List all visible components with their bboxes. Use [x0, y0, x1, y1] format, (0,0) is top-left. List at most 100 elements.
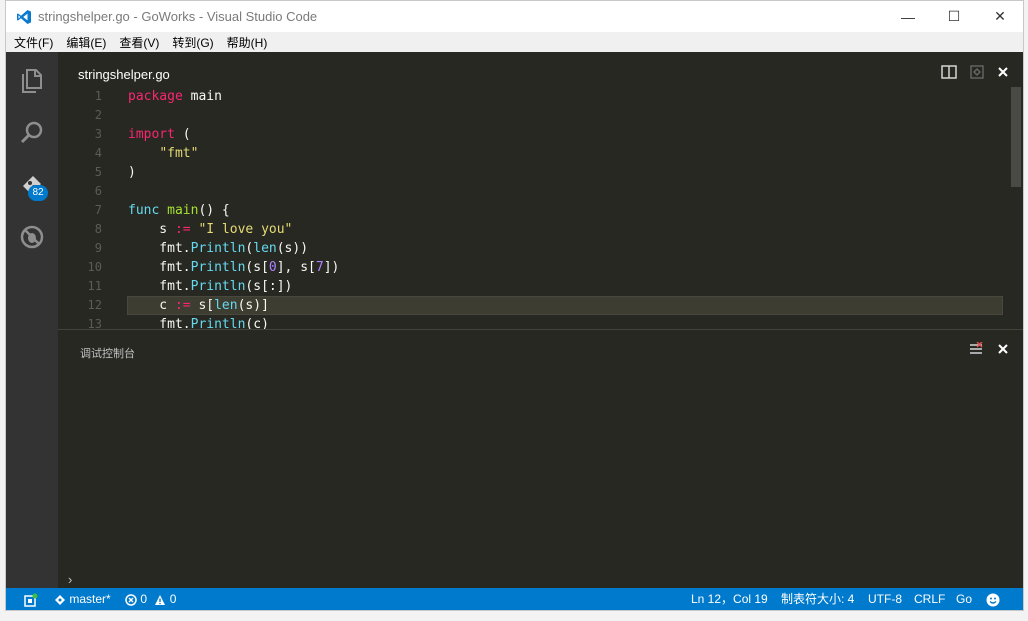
line-text: fmt.Println(s[0], s[7]) [128, 258, 339, 277]
menu-goto[interactable]: 转到(G) [164, 32, 218, 52]
code-token: := [174, 298, 191, 313]
line-number: 12 [87, 298, 102, 312]
code-token: ], s[ [276, 260, 316, 275]
line-number: 5 [94, 165, 102, 179]
window-title: stringshelper.go - GoWorks - Visual Stud… [38, 9, 318, 24]
line-number: 6 [94, 184, 102, 198]
code-token: Println [190, 260, 246, 275]
line-text: c := s[len(s)] [128, 296, 269, 315]
code-line[interactable]: 5) [58, 163, 1023, 182]
code-line[interactable]: 10 fmt.Println(s[0], s[7]) [58, 258, 1023, 277]
close-window-button[interactable]: ✕ [977, 1, 1023, 32]
error-icon [125, 594, 137, 606]
line-text: import ( [128, 125, 191, 144]
problems-item[interactable]: 0 0 [125, 588, 176, 610]
code-line[interactable]: 4 "fmt" [58, 144, 1023, 163]
code-line[interactable]: 9 fmt.Println(len(s)) [58, 239, 1023, 258]
code-token: fmt. [128, 260, 191, 275]
line-text: fmt.Println(s[:]) [128, 277, 292, 296]
editor-group: stringshelper.go 1 package main 2 3 import (… [58, 52, 1023, 332]
vscode-window: stringshelper.go - GoWorks - Visual Stud… [5, 0, 1024, 611]
code-token: len [214, 298, 238, 313]
open-changes-icon[interactable] [969, 64, 985, 80]
code-token: s[ [190, 298, 215, 313]
warning-icon [155, 594, 166, 605]
explorer-button[interactable] [6, 57, 58, 105]
code-token: "fmt" [159, 146, 199, 161]
console-prompt[interactable]: › [68, 572, 72, 587]
panel-actions [969, 342, 1009, 356]
debug-icon [20, 225, 44, 249]
split-editor-icon[interactable] [941, 65, 957, 79]
debug-button[interactable] [6, 213, 58, 261]
line-number: 2 [94, 108, 102, 122]
feedback-item[interactable] [24, 588, 38, 610]
code-token: 0 [268, 260, 277, 275]
eol-setting[interactable]: CRLF [914, 588, 945, 610]
feedback-smiley[interactable] [986, 588, 1000, 610]
language-mode[interactable]: Go [956, 588, 972, 610]
line-text: func main() { [128, 201, 230, 220]
code-line[interactable]: 11 fmt.Println(s[:]) [58, 277, 1023, 296]
code-token: import [128, 127, 175, 142]
code-line[interactable]: 12 c := s[len(s)] [58, 296, 1023, 315]
line-number: 1 [94, 89, 102, 103]
menu-edit[interactable]: 编辑(E) [58, 32, 111, 52]
code-token: ( [174, 127, 191, 142]
indentation-setting[interactable]: 制表符大小: 4 [781, 588, 854, 610]
code-token: (s[:]) [245, 279, 293, 294]
code-token: Println [190, 241, 246, 256]
line-number: 11 [87, 279, 102, 293]
code-editor[interactable]: 1 package main 2 3 import (4 "fmt" 5) 6 7 func m… [58, 87, 1023, 334]
title-bar: stringshelper.go - GoWorks - Visual Stud… [6, 1, 1023, 32]
code-line[interactable]: 3 import ( [58, 125, 1023, 144]
code-token: ]) [323, 260, 340, 275]
activity-bar: 82 [6, 52, 58, 588]
search-button[interactable] [6, 109, 58, 157]
editor-tab-title[interactable]: stringshelper.go [78, 67, 170, 82]
code-line[interactable]: 2 [58, 106, 1023, 125]
line-text: s := "I love you" [128, 220, 292, 239]
code-token: fmt. [128, 279, 191, 294]
files-icon [22, 69, 42, 93]
menu-file[interactable]: 文件(F) [6, 32, 58, 52]
code-line[interactable]: 7 func main() { [58, 201, 1023, 220]
close-panel-icon[interactable] [997, 343, 1009, 355]
line-text: fmt.Println(len(s)) [128, 239, 308, 258]
clear-console-icon[interactable] [969, 342, 983, 356]
smiley-icon [986, 593, 1000, 607]
editor-scrollbar-thumb[interactable] [1011, 87, 1021, 187]
code-line[interactable]: 6 [58, 182, 1023, 201]
code-token: c [128, 298, 175, 313]
code-token: package [128, 89, 183, 104]
code-token: (s[ [245, 260, 269, 275]
cursor-position[interactable]: Ln 12，Col 19 [691, 588, 768, 610]
editor-actions [941, 64, 1009, 80]
menu-help[interactable]: 帮助(H) [219, 32, 273, 52]
code-token: func [128, 203, 160, 218]
line-number: 10 [87, 260, 102, 274]
panel-title: 调试控制台 [80, 348, 135, 360]
maximize-button[interactable]: ☐ [931, 1, 977, 32]
code-line[interactable]: 1 package main [58, 87, 1023, 106]
code-token: (s)] [237, 298, 269, 313]
close-editor-icon[interactable] [997, 66, 1009, 78]
menu-view[interactable]: 查看(V) [111, 32, 164, 52]
line-number: 4 [94, 146, 102, 160]
git-changes-badge: 82 [28, 185, 48, 201]
code-token: len [253, 241, 277, 256]
code-token: (s)) [276, 241, 309, 256]
line-number: 8 [94, 222, 102, 236]
repo-icon [24, 593, 38, 607]
git-branch-icon [55, 594, 65, 605]
status-bar: master* 0 0 Ln 12，Col 19 制表符大小: 4 UTF-8 … [6, 588, 1023, 610]
minimize-button[interactable]: — [885, 1, 931, 32]
encoding-setting[interactable]: UTF-8 [868, 588, 902, 610]
git-branch-item[interactable]: master* [54, 588, 111, 610]
debug-console-panel: 调试控制台 › [58, 329, 1023, 589]
code-token: ) [128, 165, 136, 180]
code-line[interactable]: 8 s := "I love you" [58, 220, 1023, 239]
menu-bar: 文件(F) 编辑(E) 查看(V) 转到(G) 帮助(H) [6, 32, 1023, 52]
